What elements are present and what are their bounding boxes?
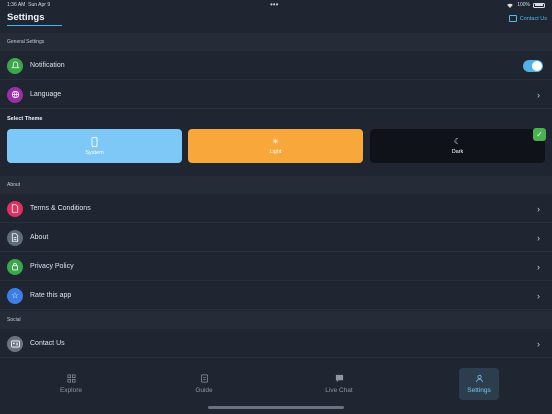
theme-option-dark[interactable]: ☾ Dark ✓: [370, 128, 546, 163]
chevron-right-icon: ›: [537, 89, 540, 100]
theme-label-system: System: [85, 149, 104, 156]
chevron-right-icon: ›: [537, 261, 540, 272]
chevron-right-icon: ›: [537, 203, 540, 214]
section-about: About: [0, 176, 552, 194]
contact-us-link[interactable]: Contact Us: [508, 15, 547, 22]
theme-label-dark: Dark: [451, 148, 464, 155]
moon-icon: ☾: [453, 136, 462, 146]
mail-icon: [508, 15, 517, 22]
nav-guide-label: Guide: [195, 387, 213, 394]
section-social: Social: [0, 311, 552, 329]
chevron-right-icon: ›: [537, 232, 540, 243]
notification-label: Notification: [30, 62, 65, 69]
row-rate[interactable]: ☆ Rate this app ›: [0, 282, 552, 310]
notification-toggle[interactable]: [523, 59, 543, 72]
star-icon: ☆: [7, 287, 23, 304]
language-label: Language: [30, 91, 62, 98]
nav-live-chat-label: Live Chat: [325, 387, 353, 394]
chevron-right-icon: ›: [537, 290, 540, 301]
chevron-right-icon: ›: [537, 338, 540, 349]
status-right: 100%: [506, 2, 545, 8]
theme-option-system[interactable]: System: [7, 129, 182, 163]
page-title: Settings: [7, 12, 45, 23]
nav-live-chat[interactable]: Live Chat: [319, 368, 359, 400]
status-time: 1:36 AM Sun Apr 9: [7, 2, 51, 8]
check-icon: ✓: [533, 128, 546, 141]
nav-explore[interactable]: Explore: [51, 368, 91, 400]
title-underline: [7, 25, 62, 26]
nav-settings-label: Settings: [467, 387, 491, 394]
battery-icon: [533, 2, 545, 8]
home-indicator: [208, 406, 344, 409]
contact-card-icon: [7, 335, 23, 352]
globe-icon: [7, 86, 23, 103]
multitasking-dots[interactable]: •••: [270, 0, 278, 9]
nav-explore-label: Explore: [59, 387, 83, 394]
document-icon: [7, 200, 23, 217]
bell-icon: [7, 57, 23, 74]
theme-option-light[interactable]: ☀ Light: [188, 129, 363, 163]
battery-percent: 100%: [517, 2, 530, 8]
status-bar: 1:36 AM Sun Apr 9 ••• 100%: [0, 0, 552, 10]
nav-guide[interactable]: Guide: [184, 368, 224, 400]
theme-title: Select Theme: [7, 116, 43, 122]
person-icon: [475, 374, 483, 383]
lock-icon: [7, 258, 23, 275]
about-label: About: [30, 234, 49, 241]
grid-icon: [67, 374, 75, 383]
rate-label: Rate this app: [30, 292, 72, 299]
phone-icon: [91, 136, 98, 147]
info-document-icon: [7, 229, 23, 246]
row-privacy[interactable]: Privacy Policy ›: [0, 253, 552, 281]
row-notification[interactable]: Notification: [0, 52, 552, 80]
row-language[interactable]: Language ›: [0, 81, 552, 109]
privacy-label: Privacy Policy: [30, 263, 74, 270]
chat-icon: [335, 374, 343, 383]
theme-label-light: Light: [269, 148, 282, 155]
book-icon: [200, 374, 208, 383]
contact-us-row-label: Contact Us: [30, 340, 65, 347]
row-terms[interactable]: Terms & Conditions ›: [0, 195, 552, 223]
contact-us-label: Contact Us: [519, 15, 547, 22]
row-about[interactable]: About ›: [0, 224, 552, 252]
header: Settings Contact Us: [0, 10, 552, 30]
terms-label: Terms & Conditions: [30, 205, 91, 212]
wifi-icon: [507, 3, 514, 8]
sun-icon: ☀: [271, 136, 280, 146]
nav-settings[interactable]: Settings: [459, 368, 499, 400]
row-contact-us[interactable]: Contact Us ›: [0, 330, 552, 358]
section-general: General Settings: [0, 33, 552, 51]
